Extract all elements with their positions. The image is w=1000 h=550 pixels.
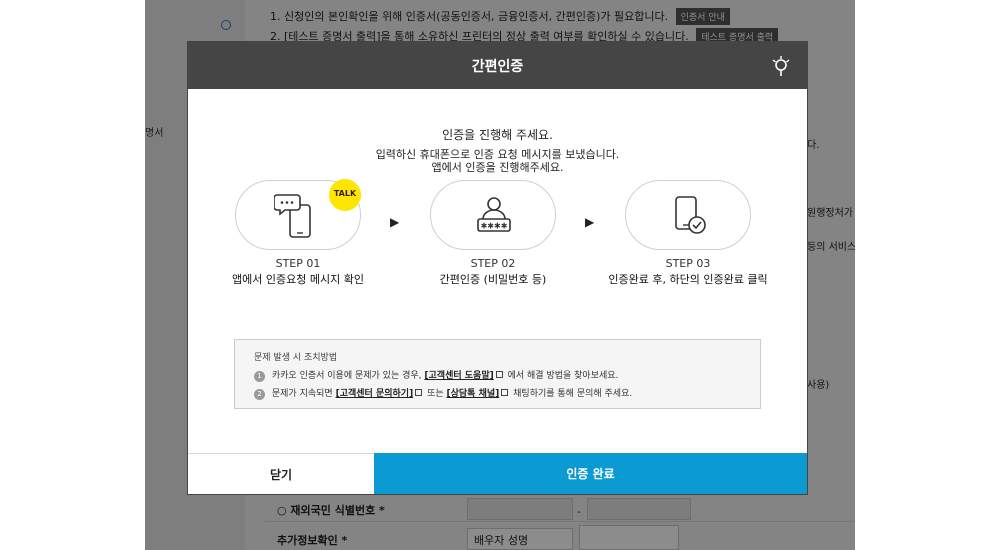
- item-2-text-mid: 또는: [427, 389, 444, 399]
- kakao-talk-icon: TALK: [329, 179, 361, 211]
- external-link-icon: [415, 389, 423, 396]
- step-3-pill: [625, 180, 751, 250]
- talk-badge-text: TALK: [333, 189, 357, 198]
- step-1-description: 앱에서 인증요청 메시지 확인: [232, 273, 364, 286]
- step-arrow-icon: ▶: [585, 215, 595, 229]
- intro-message-2: 앱에서 인증을 진행해주세요.: [431, 161, 564, 174]
- phone-message-icon: [274, 194, 311, 238]
- contact-center-link[interactable]: [고객센터 문의하기]: [336, 389, 414, 399]
- step-2-number: STEP 02: [470, 257, 516, 270]
- simple-auth-modal: 간편인증 인증을 진행해 주세요. 입력하신 휴대폰으로 인증 요청 메시지를 …: [188, 42, 807, 494]
- item-number-badge: 1: [254, 371, 265, 382]
- page: 명서 1. 신청인의 본인확인을 위해 인증서(공동인증서, 금융인증서, 간편…: [0, 0, 1000, 550]
- step-arrow-icon: ▶: [390, 215, 400, 229]
- step-2-pill: ✱✱✱✱: [430, 180, 556, 250]
- user-password-icon: ✱✱✱✱: [477, 197, 511, 232]
- step-2-description: 간편인증 (비밀번호 등): [439, 273, 547, 286]
- troubleshooting-title: 문제 발생 시 조치방법: [254, 353, 338, 363]
- step-3-number: STEP 03: [665, 257, 711, 270]
- step-3-description: 인증완료 후, 하단의 인증완료 클릭: [608, 273, 768, 286]
- phone-check-icon: [675, 196, 706, 234]
- item-2-text-end: 채팅하기를 통해 문의해 주세요.: [513, 389, 633, 399]
- intro-title: 인증을 진행해 주세요.: [442, 128, 553, 142]
- troubleshooting-item-1: 1 카카오 인증서 이용에 문제가 있는 경우, [고객센터 도움말] 에서 해…: [254, 368, 618, 382]
- help-center-link[interactable]: [고객센터 도움말]: [424, 371, 493, 381]
- item-1-text-end: 에서 해결 방법을 찾아보세요.: [507, 371, 619, 381]
- troubleshooting-box: 문제 발생 시 조치방법 1 카카오 인증서 이용에 문제가 있는 경우, [고…: [234, 339, 761, 409]
- external-link-icon: [501, 389, 509, 396]
- modal-close-icon[interactable]: [769, 54, 793, 78]
- auth-complete-button[interactable]: 인증 완료: [374, 453, 807, 494]
- svg-text:✱✱✱✱: ✱✱✱✱: [481, 222, 508, 231]
- modal-header: 간편인증: [188, 42, 807, 89]
- item-1-text: 카카오 인증서 이용에 문제가 있는 경우,: [271, 371, 422, 381]
- close-button[interactable]: 닫기: [188, 453, 374, 494]
- item-number-badge: 2: [254, 389, 265, 400]
- step-1-number: STEP 01: [275, 257, 321, 270]
- item-2-text: 문제가 지속되면: [271, 389, 333, 399]
- external-link-icon: [495, 371, 503, 378]
- page-margin-right: [855, 0, 1000, 550]
- modal-title: 간편인증: [471, 59, 524, 75]
- troubleshooting-item-2: 2 문제가 지속되면 [고객센터 문의하기] 또는 [상담톡 채널] 채팅하기를…: [254, 386, 632, 400]
- page-margin-left: [0, 0, 145, 550]
- chat-channel-link[interactable]: [상담톡 채널]: [447, 389, 500, 399]
